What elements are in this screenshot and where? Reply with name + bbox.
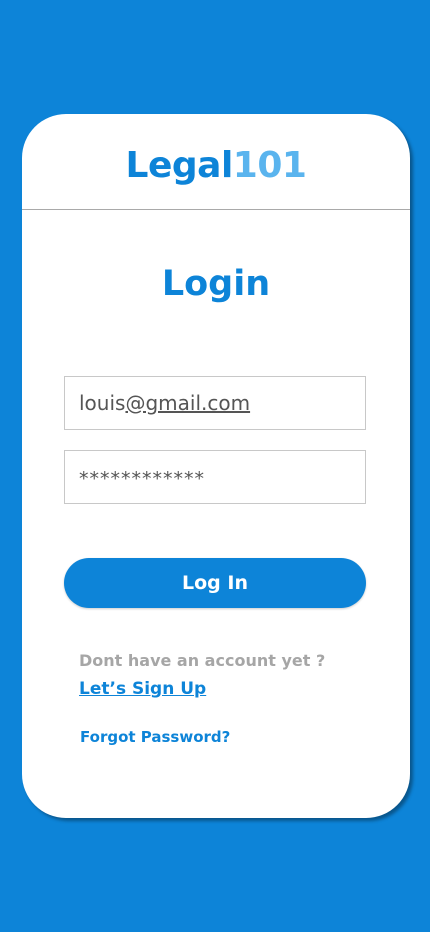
page-title: Login: [161, 264, 271, 304]
brand-number: 101: [232, 145, 307, 186]
forgot-password-link[interactable]: Forgot Password?: [80, 726, 230, 748]
brand-logo: Legal101: [22, 144, 410, 188]
login-card: Legal101 Login louis@gmail.com *********…: [22, 114, 410, 818]
email-field[interactable]: louis@gmail.com: [64, 376, 366, 430]
email-value: louis@gmail.com: [79, 377, 250, 429]
email-prefix: louis: [79, 391, 126, 415]
email-domain: @gmail.com: [125, 391, 251, 415]
signup-link[interactable]: Let’s Sign Up: [79, 678, 206, 700]
login-button[interactable]: Log In: [64, 558, 366, 608]
brand-name: Legal: [125, 145, 234, 186]
header-divider: [22, 209, 410, 210]
password-value: ************: [79, 468, 205, 490]
no-account-text: Dont have an account yet ?: [79, 651, 326, 670]
password-field[interactable]: ************: [64, 450, 366, 504]
